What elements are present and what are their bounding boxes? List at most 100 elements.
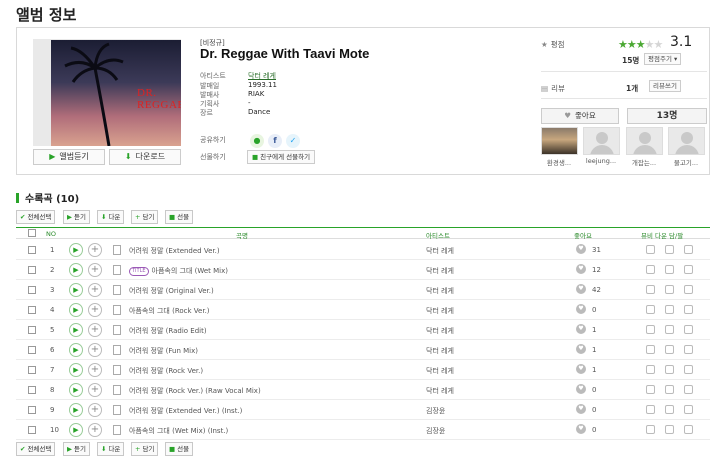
music-video-icon[interactable]: [646, 305, 655, 314]
track-title-cell[interactable]: 아픔속의 그대 (Rock Ver.): [129, 306, 210, 316]
meta-artist-link[interactable]: 닥터 레게: [248, 71, 276, 81]
music-video-icon[interactable]: [646, 385, 655, 394]
track-checkbox[interactable]: [28, 346, 36, 354]
song-info-icon[interactable]: [113, 425, 121, 435]
add-track-icon[interactable]: +: [88, 283, 102, 297]
music-video-icon[interactable]: [646, 245, 655, 254]
liker-name[interactable]: 물고기...: [666, 157, 706, 167]
play-track-icon[interactable]: ▶: [69, 303, 83, 317]
music-video-icon[interactable]: [646, 285, 655, 294]
add-to-playlist-icon[interactable]: [684, 285, 693, 294]
liker-avatar[interactable]: [626, 127, 663, 155]
album-cover[interactable]: DR. REGGAE: [33, 39, 181, 146]
track-title-cell[interactable]: 어려워 정말 (Rock Ver.) (Raw Vocal Mix): [129, 386, 261, 396]
play-track-icon[interactable]: ▶: [69, 323, 83, 337]
song-info-icon[interactable]: [113, 245, 121, 255]
download-icon[interactable]: [665, 305, 674, 314]
track-checkbox[interactable]: [28, 426, 36, 434]
download-icon[interactable]: [665, 245, 674, 254]
play-track-icon[interactable]: ▶: [69, 283, 83, 297]
track-checkbox[interactable]: [28, 266, 36, 274]
add-track-icon[interactable]: +: [88, 243, 102, 257]
add-selected-button[interactable]: + 담기: [131, 442, 159, 456]
track-title-cell[interactable]: TITLE 아픔속의 그대 (Wet Mix): [129, 266, 228, 276]
track-title-cell[interactable]: 아픔속의 그대 (Wet Mix) (Inst.): [129, 426, 228, 436]
play-track-icon[interactable]: ▶: [69, 423, 83, 437]
track-artist[interactable]: 닥터 레게: [426, 366, 454, 376]
song-info-icon[interactable]: [113, 305, 121, 315]
track-title-cell[interactable]: 어려워 정말 (Extended Ver.) (Inst.): [129, 406, 242, 416]
download-icon[interactable]: [665, 385, 674, 394]
liker-name[interactable]: 개잡는...: [624, 157, 664, 167]
add-track-icon[interactable]: +: [88, 343, 102, 357]
add-to-playlist-icon[interactable]: [684, 385, 693, 394]
play-track-icon[interactable]: ▶: [69, 363, 83, 377]
track-checkbox[interactable]: [28, 306, 36, 314]
liker-name[interactable]: 환경생...: [539, 157, 579, 167]
gift-selected-button[interactable]: ■ 선물: [165, 210, 194, 224]
play-track-icon[interactable]: ▶: [69, 343, 83, 357]
add-track-icon[interactable]: +: [88, 263, 102, 277]
track-artist[interactable]: 닥터 레게: [426, 266, 454, 276]
heart-icon[interactable]: ♥: [576, 324, 586, 334]
song-info-icon[interactable]: [113, 345, 121, 355]
heart-icon[interactable]: ♥: [576, 364, 586, 374]
select-all-checkbox[interactable]: [28, 229, 36, 237]
heart-icon[interactable]: ♥: [576, 284, 586, 294]
kakao-share-icon[interactable]: ●: [250, 134, 264, 148]
heart-icon[interactable]: ♥: [576, 404, 586, 414]
music-video-icon[interactable]: [646, 425, 655, 434]
download-icon[interactable]: [665, 285, 674, 294]
song-info-icon[interactable]: [113, 385, 121, 395]
song-info-icon[interactable]: [113, 325, 121, 335]
listen-selected-button[interactable]: ▶ 듣기: [63, 210, 90, 224]
song-info-icon[interactable]: [113, 265, 121, 275]
write-review-button[interactable]: 리뷰쓰기: [649, 80, 681, 92]
heart-icon[interactable]: ♥: [576, 264, 586, 274]
add-to-playlist-icon[interactable]: [684, 365, 693, 374]
like-button[interactable]: ♥ 좋아요: [541, 108, 619, 124]
track-artist[interactable]: 닥터 레게: [426, 326, 454, 336]
music-video-icon[interactable]: [646, 265, 655, 274]
facebook-share-icon[interactable]: f: [268, 134, 282, 148]
track-title-cell[interactable]: 어려워 정말 (Fun Mix): [129, 346, 198, 356]
track-artist[interactable]: 김장윤: [426, 406, 445, 416]
play-track-icon[interactable]: ▶: [69, 403, 83, 417]
download-selected-button[interactable]: ⬇ 다운: [97, 210, 125, 224]
track-checkbox[interactable]: [28, 406, 36, 414]
album-listen-button[interactable]: ▶ 앨범듣기: [33, 149, 105, 165]
music-video-icon[interactable]: [646, 325, 655, 334]
track-title-cell[interactable]: 어려워 정말 (Original Ver.): [129, 286, 214, 296]
add-to-playlist-icon[interactable]: [684, 345, 693, 354]
track-checkbox[interactable]: [28, 366, 36, 374]
liker-name[interactable]: leejung...: [581, 157, 621, 165]
gift-selected-button[interactable]: ■ 선물: [165, 442, 194, 456]
add-to-playlist-icon[interactable]: [684, 425, 693, 434]
track-artist[interactable]: 닥터 레게: [426, 346, 454, 356]
download-selected-button[interactable]: ⬇ 다운: [97, 442, 125, 456]
song-info-icon[interactable]: [113, 405, 121, 415]
add-to-playlist-icon[interactable]: [684, 405, 693, 414]
add-selected-button[interactable]: + 담기: [131, 210, 159, 224]
track-artist[interactable]: 김장윤: [426, 426, 445, 436]
track-title-cell[interactable]: 어려워 정말 (Radio Edit): [129, 326, 207, 336]
track-artist[interactable]: 닥터 레게: [426, 386, 454, 396]
track-artist[interactable]: 닥터 레게: [426, 306, 454, 316]
liker-avatar[interactable]: [668, 127, 705, 155]
download-icon[interactable]: [665, 325, 674, 334]
music-video-icon[interactable]: [646, 345, 655, 354]
heart-icon[interactable]: ♥: [576, 424, 586, 434]
liker-avatar[interactable]: [583, 127, 620, 155]
track-artist[interactable]: 닥터 레게: [426, 286, 454, 296]
add-track-icon[interactable]: +: [88, 303, 102, 317]
heart-icon[interactable]: ♥: [576, 344, 586, 354]
download-icon[interactable]: [665, 265, 674, 274]
track-title-cell[interactable]: 어려워 정말 (Extended Ver.): [129, 246, 220, 256]
twitter-share-icon[interactable]: ✓: [286, 134, 300, 148]
liker-avatar[interactable]: [541, 127, 578, 155]
track-checkbox[interactable]: [28, 246, 36, 254]
download-icon[interactable]: [665, 405, 674, 414]
listen-selected-button[interactable]: ▶ 듣기: [63, 442, 90, 456]
heart-icon[interactable]: ♥: [576, 244, 586, 254]
download-icon[interactable]: [665, 365, 674, 374]
